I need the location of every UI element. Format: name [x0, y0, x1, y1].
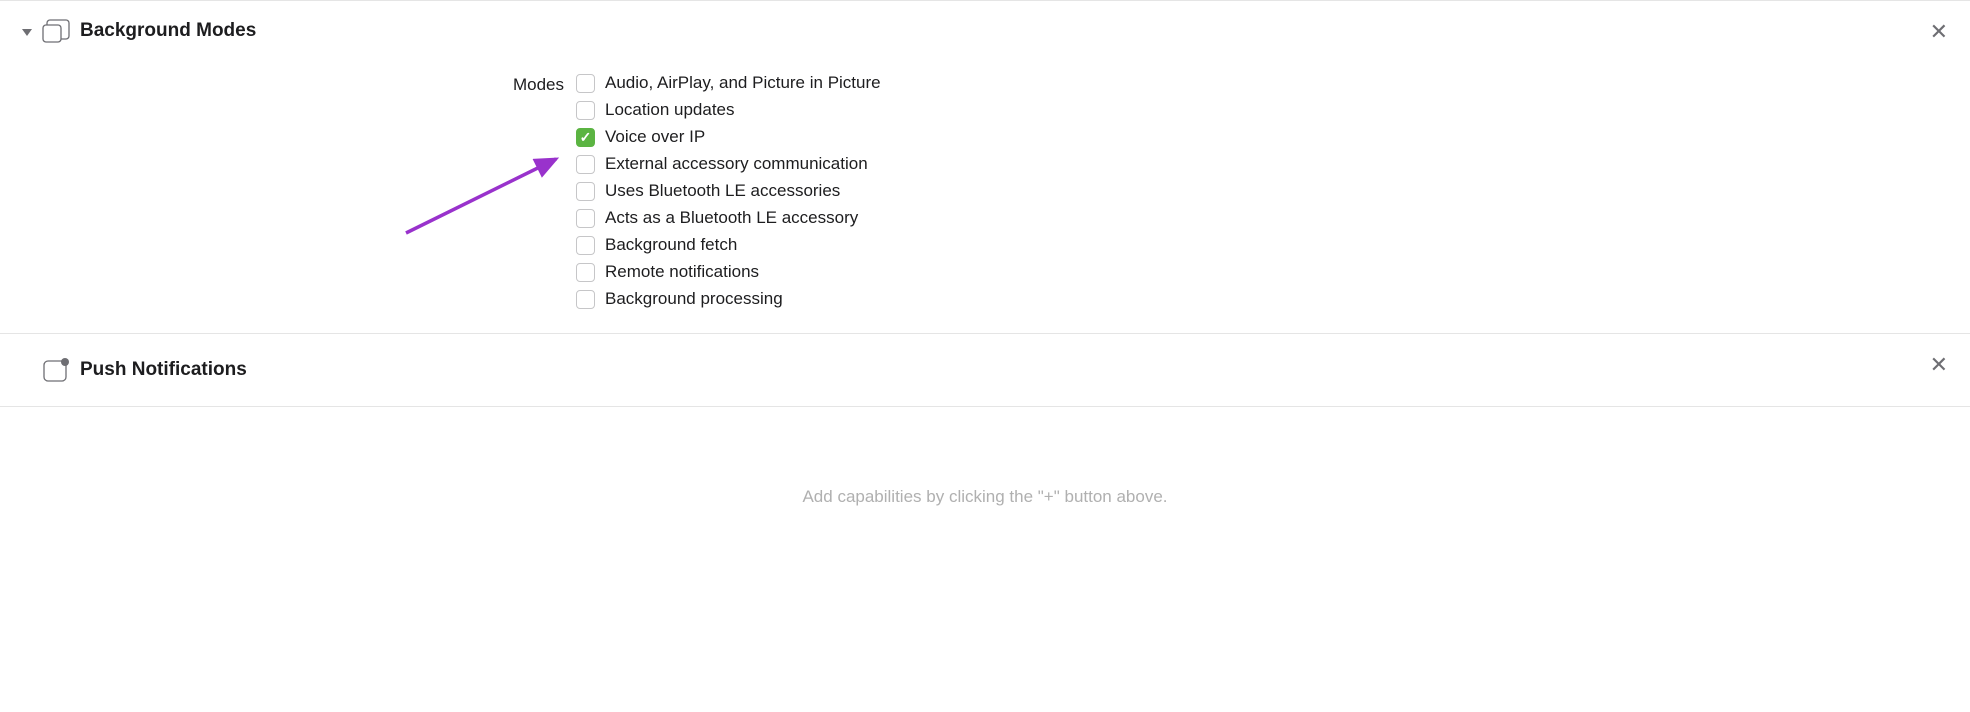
mode-label: Remote notifications — [605, 262, 759, 282]
background-modes-header: Background Modes — [20, 17, 1950, 45]
checkbox-bluetooth-uses[interactable]: ✓ — [576, 182, 595, 201]
background-modes-icon — [42, 17, 70, 45]
checkbox-background-fetch[interactable]: ✓ — [576, 236, 595, 255]
checkbox-voip[interactable]: ✓ — [576, 128, 595, 147]
mode-item-bluetooth-acts: ✓ Acts as a Bluetooth LE accessory — [576, 208, 881, 228]
checkbox-bluetooth-acts[interactable]: ✓ — [576, 209, 595, 228]
mode-item-background-processing: ✓ Background processing — [576, 289, 881, 309]
push-notifications-icon — [42, 356, 70, 384]
mode-label: Background processing — [605, 289, 783, 309]
checkmark-icon: ✓ — [580, 130, 592, 144]
mode-label: Uses Bluetooth LE accessories — [605, 181, 840, 201]
mode-label: Audio, AirPlay, and Picture in Picture — [605, 73, 881, 93]
mode-label: Acts as a Bluetooth LE accessory — [605, 208, 858, 228]
mode-label: Background fetch — [605, 235, 737, 255]
checkbox-location[interactable]: ✓ — [576, 101, 595, 120]
close-icon: ✕ — [1930, 19, 1948, 44]
mode-label: External accessory communication — [605, 154, 868, 174]
remove-background-modes-button[interactable]: ✕ — [1930, 21, 1948, 43]
mode-item-background-fetch: ✓ Background fetch — [576, 235, 881, 255]
mode-label: Voice over IP — [605, 127, 705, 147]
mode-item-audio: ✓ Audio, AirPlay, and Picture in Picture — [576, 73, 881, 93]
modes-body: Modes ✓ Audio, AirPlay, and Picture in P… — [20, 73, 1950, 309]
close-icon: ✕ — [1930, 352, 1948, 377]
mode-item-location: ✓ Location updates — [576, 100, 881, 120]
mode-item-remote-notifications: ✓ Remote notifications — [576, 262, 881, 282]
push-notifications-title: Push Notifications — [80, 359, 247, 381]
remove-push-notifications-button[interactable]: ✕ — [1930, 354, 1948, 376]
push-notifications-section: Push Notifications ✕ — [0, 334, 1970, 407]
mode-item-external-accessory: ✓ External accessory communication — [576, 154, 881, 174]
modes-list: ✓ Audio, AirPlay, and Picture in Picture… — [576, 73, 881, 309]
background-modes-title: Background Modes — [80, 20, 256, 42]
push-notifications-header: Push Notifications — [20, 356, 1950, 384]
mode-label: Location updates — [605, 100, 735, 120]
checkbox-external-accessory[interactable]: ✓ — [576, 155, 595, 174]
checkbox-remote-notifications[interactable]: ✓ — [576, 263, 595, 282]
footer-hint: Add capabilities by clicking the "+" but… — [0, 407, 1970, 547]
modes-label: Modes — [20, 73, 576, 309]
mode-item-bluetooth-uses: ✓ Uses Bluetooth LE accessories — [576, 181, 881, 201]
mode-item-voip: ✓ Voice over IP — [576, 127, 881, 147]
checkbox-background-processing[interactable]: ✓ — [576, 290, 595, 309]
checkbox-audio[interactable]: ✓ — [576, 74, 595, 93]
disclosure-triangle-icon[interactable] — [20, 25, 34, 39]
background-modes-section: Background Modes ✕ Modes ✓ Audio, AirPla… — [0, 0, 1970, 334]
